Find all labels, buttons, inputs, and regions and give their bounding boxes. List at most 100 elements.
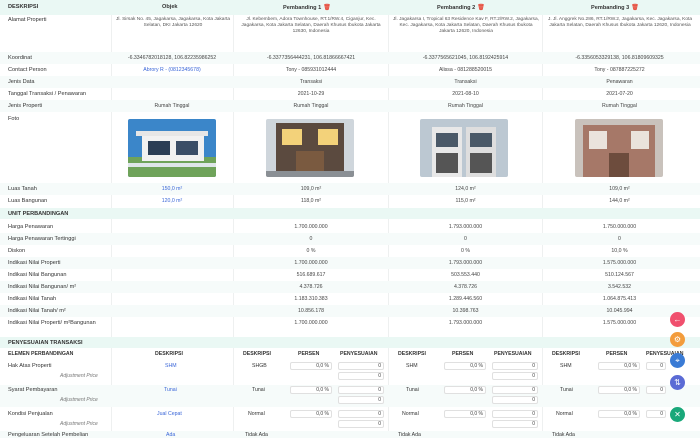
value-p1: 0 % (306, 248, 316, 254)
header-pembanding-3: Pembanding 3 🗑 (591, 5, 639, 11)
row-label: Alamat Properti (8, 17, 47, 23)
luas-tanah-p3: 109,0 m² (609, 186, 630, 192)
value-p1: 1.700.000.000 (294, 260, 328, 266)
persen-input[interactable]: 0,0 % (444, 386, 486, 394)
value-p2: 0 % (461, 248, 470, 254)
row-label: Indikasi Nilai Bangunan/ m² (8, 284, 77, 290)
pengeluaran-p1: Tidak Ada (245, 432, 268, 438)
persen-input[interactable]: 0,0 % (598, 362, 640, 370)
delete-icon[interactable]: 🗑 (631, 5, 639, 11)
contact-p2: Alissa - 081288520015 (438, 67, 493, 73)
swap-button[interactable]: ⇅ (670, 375, 685, 390)
col-deskripsi: DESKRIPSI (243, 351, 271, 357)
luas-tanah-objek: 150,0 m² (161, 186, 183, 192)
adjustment-price-input[interactable]: 0 (338, 396, 384, 404)
property-photo-objek[interactable] (128, 119, 216, 177)
kondisi-p3: Normal (556, 411, 573, 417)
table-row: Indikasi Nilai Tanah 1.183.310.383 1.289… (0, 293, 700, 305)
row-label: Harga Penawaran Tertinggi (8, 236, 76, 242)
persen-input[interactable]: 0,0 % (290, 362, 332, 370)
value-p2: 1.793.000.000 (448, 224, 483, 230)
row-label: Indikasi Nilai Tanah (8, 296, 57, 302)
header-pembanding-2: Pembanding 2 🗑 (437, 5, 485, 11)
hak-p3: SHM (560, 363, 572, 369)
value-p3: 3.542.532 (607, 284, 632, 290)
persen-input[interactable]: 0,0 % (290, 386, 332, 394)
adjustment-price-input[interactable]: 0 (338, 420, 384, 428)
row-label: Indikasi Nilai Bangunan (8, 272, 67, 278)
value-p3: 510.124.567 (605, 272, 634, 278)
adjustment-price-input[interactable]: 0 (492, 372, 538, 380)
delete-icon[interactable]: 🗑 (323, 5, 331, 11)
col-persen: PERSEN (452, 351, 474, 357)
adjustment-price-input[interactable]: 0 (492, 396, 538, 404)
row-label: Indikasi Nilai Properti/ m²Bangunan (8, 320, 96, 326)
value-p2: 10.398.763 (452, 308, 479, 314)
table-row: Harga Penawaran 1.700.000.000 1.793.000.… (0, 221, 700, 233)
adjustment-price-input[interactable]: 0 (492, 420, 538, 428)
penyesuaian-input[interactable]: 0 (492, 386, 538, 394)
hak-objek: SHM (165, 363, 177, 369)
penyesuaian-input[interactable]: 0 (492, 362, 538, 370)
row-label: Luas Bangunan (8, 198, 48, 204)
adjustment-price-input[interactable]: 0 (338, 372, 384, 380)
value-p2: 1.793.000.000 (448, 320, 483, 326)
col-deskripsi: DESKRIPSI (155, 351, 183, 357)
col-persen: PERSEN (606, 351, 628, 357)
col-penyesuaian: PENYESUAIAN (494, 351, 532, 357)
row-label: Hak Atas Properti (8, 363, 52, 369)
address-p2: Jl. Jagakarsa I, Tropical 63 Residence K… (393, 17, 539, 35)
table-row: Kondisi Penjualan Adjustment Price Jual … (0, 408, 700, 430)
settings-button[interactable]: ⚙ (670, 332, 685, 347)
delete-icon[interactable]: 🗑 (477, 5, 485, 11)
coordinate-p1: -6.3377356444231, 106.81866667421 (266, 55, 356, 61)
pengeluaran-p3: Tidak Ada (552, 432, 575, 438)
penyesuaian-input[interactable]: 0 (338, 386, 384, 394)
hak-p2: SHM (406, 363, 418, 369)
row-label: Kondisi Penjualan (8, 411, 53, 417)
syarat-objek: Tunai (164, 387, 177, 393)
property-photo-p1[interactable] (266, 119, 354, 177)
hak-p1: SHGB (252, 363, 267, 369)
coordinate-p3: -6.3356053329138, 106.81809609325 (575, 55, 664, 61)
persen-input[interactable]: 0,0 % (444, 362, 486, 370)
penyesuaian-input[interactable]: 0 (646, 362, 666, 370)
close-button[interactable]: ✕ (670, 407, 685, 422)
penyesuaian-input[interactable]: 0 (646, 386, 666, 394)
table-row: Pengeluaran Setelah Pembelian Ada Tidak … (0, 431, 700, 438)
persen-input[interactable]: 0,0 % (444, 410, 486, 418)
value-p1: 0 (309, 236, 313, 242)
location-button[interactable]: ⌖ (670, 353, 685, 368)
address-p1: Jl. Kebembem, Adora Townhouse, RT.1/RW.4… (241, 17, 381, 35)
kondisi-p1: Normal (248, 411, 265, 417)
jenis-data-p3: Penawaran (606, 79, 633, 85)
penyesuaian-input[interactable]: 0 (646, 410, 666, 418)
penyesuaian-input[interactable]: 0 (338, 410, 384, 418)
persen-input[interactable]: 0,0 % (290, 410, 332, 418)
row-label: Koordinat (8, 55, 32, 61)
back-button[interactable]: ← (670, 312, 685, 327)
row-label: Jenis Data (8, 79, 35, 85)
contact-link-objek[interactable]: Abrory R - (0812345678) (112, 67, 232, 73)
jenis-properti-objek: Rumah Tinggal (154, 103, 190, 109)
penyesuaian-input[interactable]: 0 (338, 362, 384, 370)
syarat-p2: Tunai (406, 387, 419, 393)
penyesuaian-input[interactable]: 0 (492, 410, 538, 418)
col-deskripsi: DESKRIPSI (398, 351, 426, 357)
coordinate-p2: -6.3377565621045, 106.8192425914 (422, 55, 509, 61)
persen-input[interactable]: 0,0 % (598, 410, 640, 418)
gear-icon: ⚙ (673, 335, 682, 344)
value-p1: 4.378.726 (299, 284, 323, 290)
table-row: Hak Atas Properti Adjustment Price SHM S… (0, 361, 700, 383)
property-photo-p2[interactable] (420, 119, 508, 177)
adjustment-label: Adjustment Price (60, 397, 98, 403)
luas-tanah-p1: 109,0 m² (300, 186, 322, 192)
value-p2: 503.553.440 (451, 272, 480, 278)
persen-input[interactable]: 0,0 % (598, 386, 640, 394)
table-row: Jenis Properti Rumah Tinggal Rumah Tingg… (0, 100, 700, 112)
col-elemen: ELEMEN PERBANDINGAN (8, 351, 74, 357)
subheader-row: ELEMEN PERBANDINGAN DESKRIPSI DESKRIPSI … (0, 349, 700, 359)
table-row: Tanggal Transaksi / Penawaran 2021-10-29… (0, 88, 700, 100)
value-p3: 10,0 % (611, 248, 628, 254)
property-photo-p3[interactable] (575, 119, 663, 177)
